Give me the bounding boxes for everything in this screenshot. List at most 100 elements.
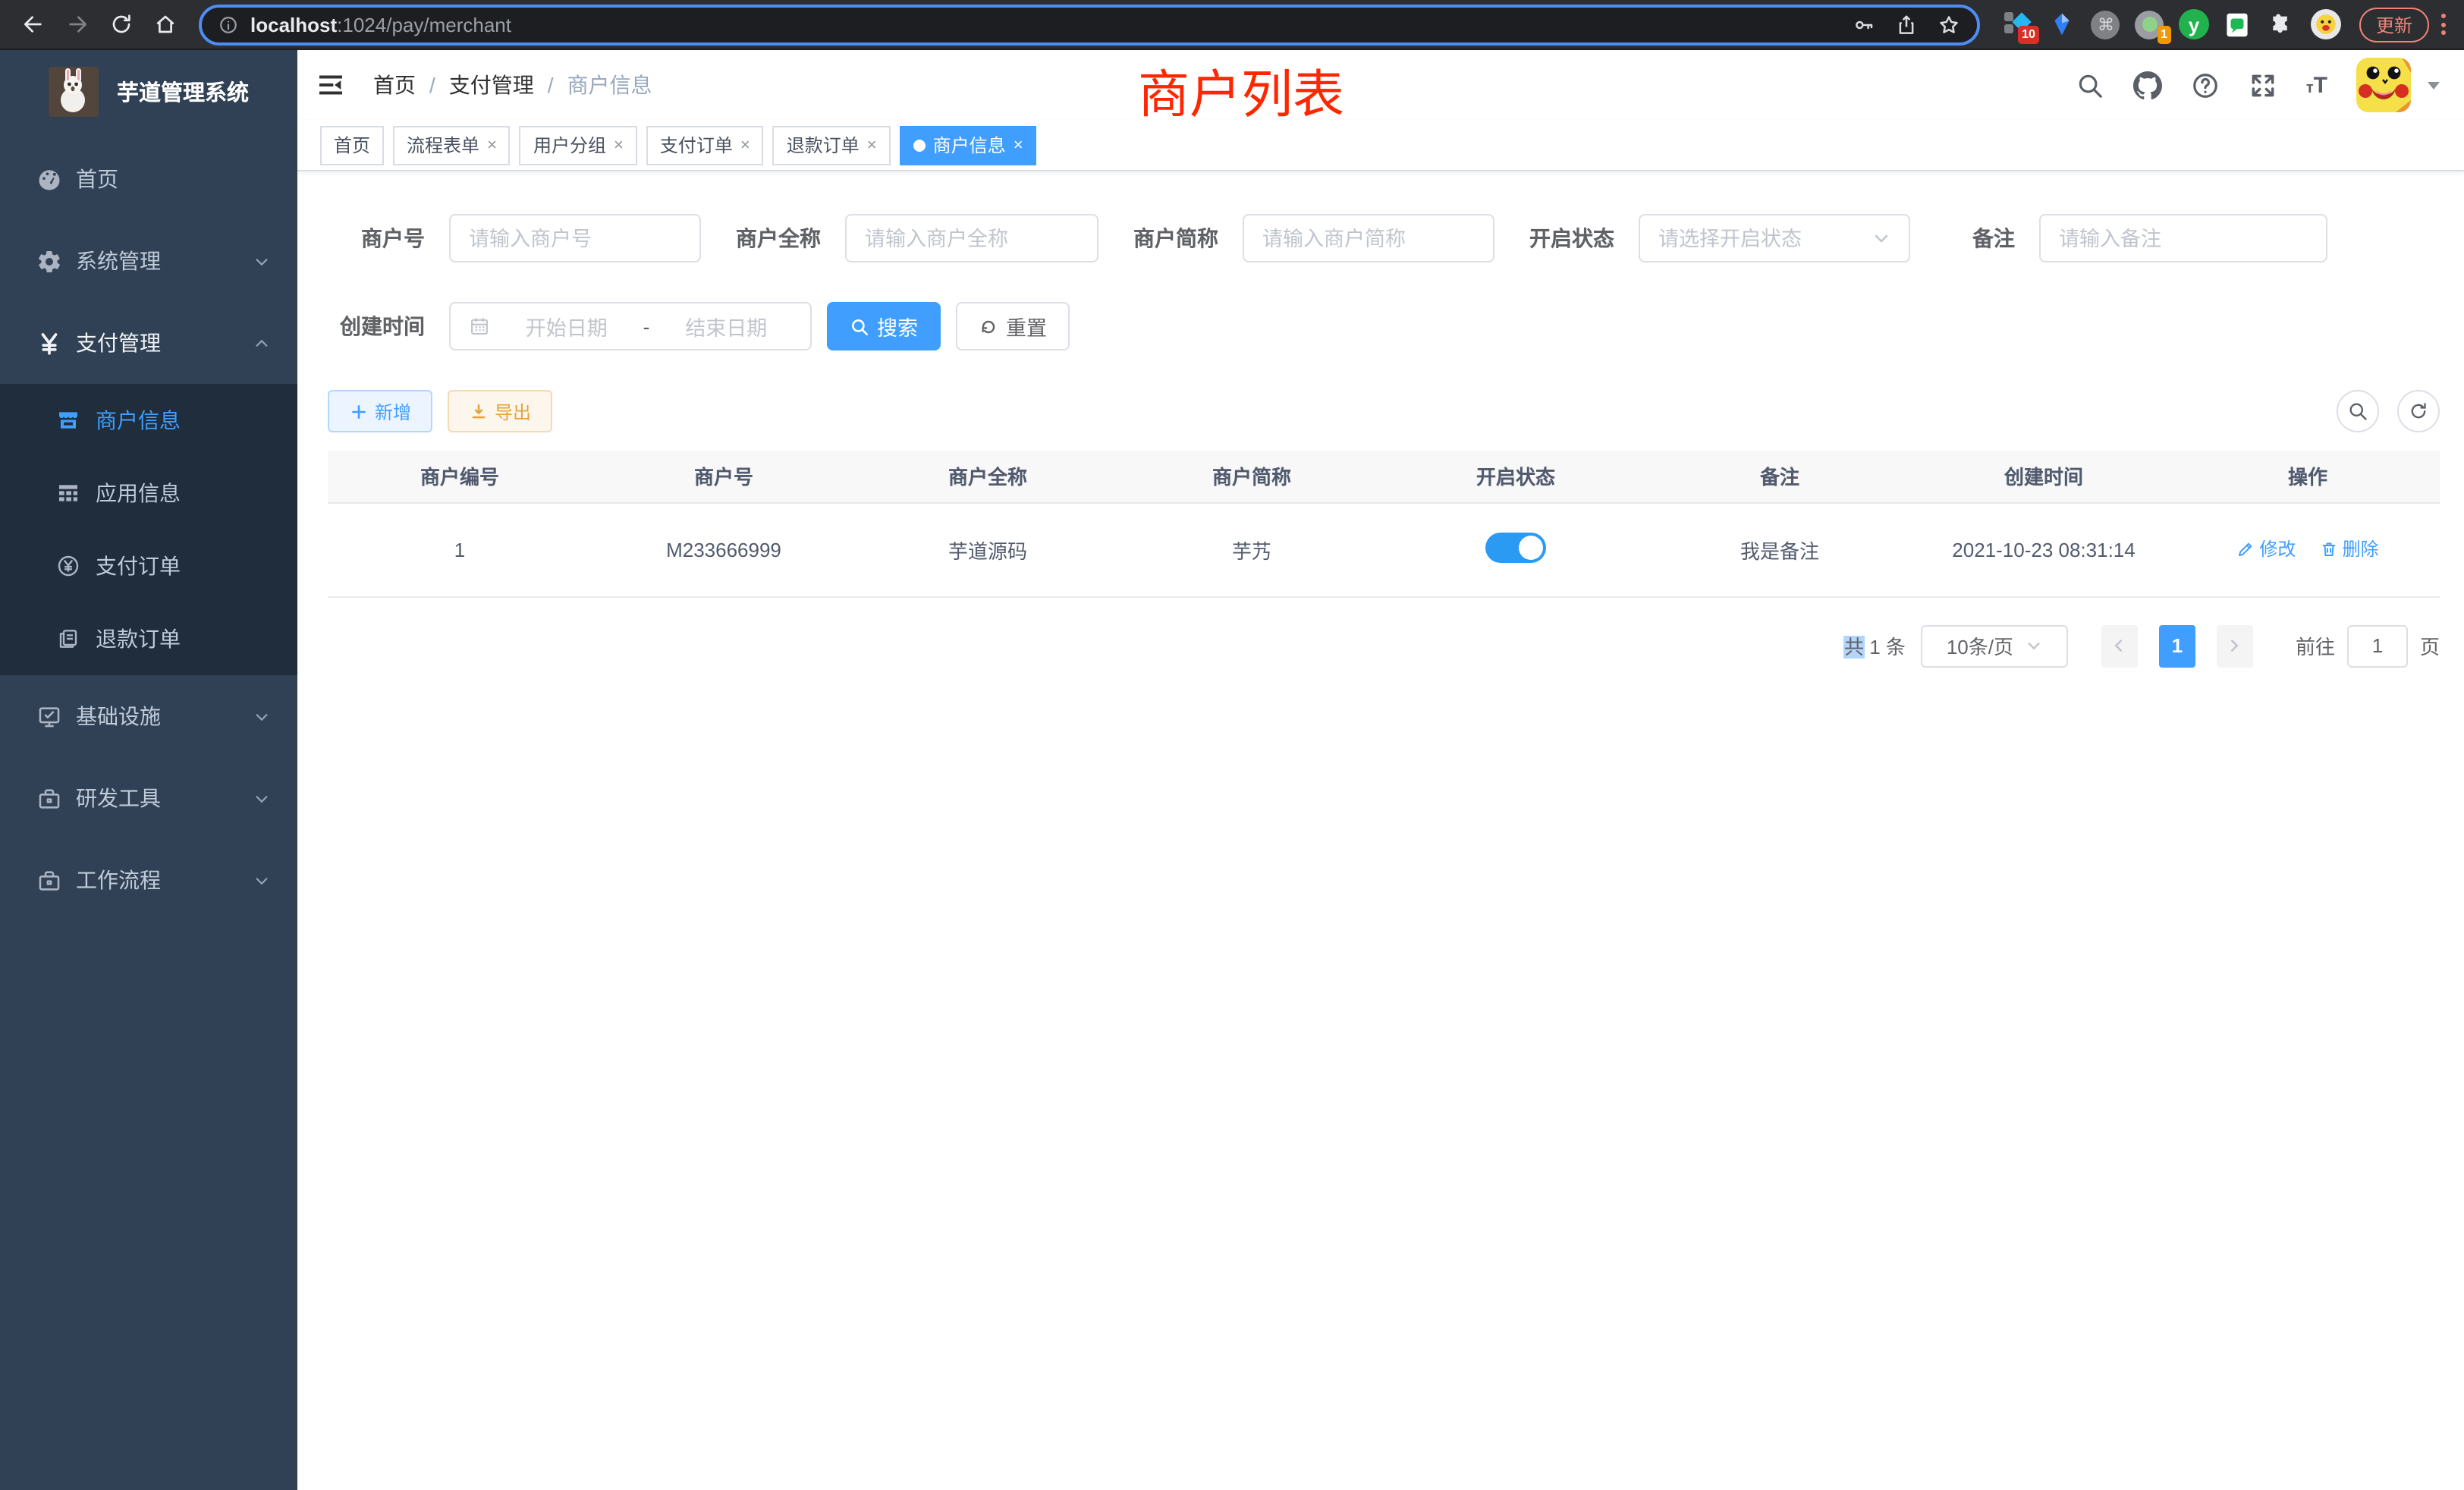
refresh-icon xyxy=(2408,401,2429,422)
sidebar-logo-row[interactable]: 芋道管理系统 xyxy=(0,50,297,132)
browser-menu-icon[interactable] xyxy=(2435,14,2452,35)
header-actions: тT xyxy=(2076,58,2440,112)
sidebar-item-merchant-info[interactable]: 商户信息 xyxy=(0,384,297,457)
tab-close-icon[interactable]: × xyxy=(614,136,624,154)
sidebar-item-label: 首页 xyxy=(76,164,118,194)
sidebar-item-pay-order[interactable]: 支付订单 xyxy=(0,530,297,602)
share-icon[interactable] xyxy=(1895,13,1918,36)
merchant-no-input[interactable] xyxy=(449,214,701,262)
extension-command-icon[interactable]: ⌘ xyxy=(2091,9,2121,39)
add-button[interactable]: 新增 xyxy=(328,390,432,432)
edit-link[interactable]: 修改 xyxy=(2236,536,2296,562)
browser-back-button[interactable] xyxy=(12,4,53,45)
trash-icon xyxy=(2320,540,2338,558)
sidebar-item-infrastructure[interactable]: 基础设施 xyxy=(0,675,297,757)
export-button[interactable]: 导出 xyxy=(448,390,552,432)
cell-operations: 修改 删除 xyxy=(2176,502,2440,596)
sidebar-item-label: 应用信息 xyxy=(96,478,181,508)
tab-home[interactable]: 首页 xyxy=(320,125,384,165)
grid-table-icon xyxy=(56,481,80,505)
user-avatar[interactable] xyxy=(2356,58,2411,112)
page-number-1[interactable]: 1 xyxy=(2159,624,2195,667)
info-icon xyxy=(218,14,238,34)
sidebar-item-label: 工作流程 xyxy=(76,865,161,895)
bookmark-star-icon[interactable] xyxy=(1938,13,1960,36)
extension-chat-icon[interactable] xyxy=(2223,9,2253,39)
github-icon[interactable] xyxy=(2133,71,2162,99)
tab-process-form[interactable]: 流程表单 × xyxy=(393,125,511,165)
browser-reload-button[interactable] xyxy=(100,4,141,45)
gear-icon xyxy=(36,248,62,274)
reload-icon xyxy=(108,12,133,36)
filter-row-1: 商户号 商户全称 商户简称 xyxy=(328,214,2440,262)
page-content: 商户号 商户全称 商户简称 xyxy=(297,171,2464,1490)
tab-close-icon[interactable]: × xyxy=(487,136,497,154)
sidebar-item-system[interactable]: 系统管理 xyxy=(0,220,297,302)
create-time-range-picker[interactable]: 开始日期 - 结束日期 xyxy=(449,302,812,350)
sidebar-fold-icon[interactable] xyxy=(316,70,346,100)
reset-button[interactable]: 重置 xyxy=(956,302,1070,350)
font-size-icon[interactable]: тT xyxy=(2306,72,2327,98)
sidebar-item-refund-order[interactable]: 退款订单 xyxy=(0,602,297,675)
sidebar-item-label: 基础设施 xyxy=(76,701,161,731)
avatar-caret-icon[interactable] xyxy=(2428,81,2440,89)
status-toggle[interactable] xyxy=(1485,532,1546,562)
profile-smiley-icon[interactable] xyxy=(2311,9,2341,39)
extension-dice-icon[interactable]: 10 xyxy=(2003,9,2033,39)
chevron-right-icon xyxy=(2227,637,2243,654)
browser-forward-button[interactable] xyxy=(56,4,97,45)
sidebar-item-app-info[interactable]: 应用信息 xyxy=(0,457,297,530)
toggle-search-button[interactable] xyxy=(2337,390,2379,432)
sidebar-item-label: 商户信息 xyxy=(96,405,181,435)
sidebar-item-workflow[interactable]: 工作流程 xyxy=(0,839,297,921)
tab-close-icon[interactable]: × xyxy=(867,136,877,154)
tab-user-group[interactable]: 用户分组 × xyxy=(520,125,637,165)
breadcrumb-separator: / xyxy=(429,73,435,97)
cell-status xyxy=(1384,502,1648,596)
col-full-name: 商户全称 xyxy=(856,451,1120,502)
tab-merchant-info[interactable]: 商户信息 × xyxy=(900,125,1037,165)
sidebar-item-label: 系统管理 xyxy=(76,246,161,276)
fullscreen-icon[interactable] xyxy=(2249,71,2277,99)
search-button[interactable]: 搜索 xyxy=(827,302,941,350)
search-icon xyxy=(850,316,869,336)
sidebar-item-home[interactable]: 首页 xyxy=(0,138,297,220)
tab-close-icon[interactable]: × xyxy=(1014,136,1023,154)
search-icon[interactable] xyxy=(2076,71,2104,99)
tab-label: 流程表单 xyxy=(407,132,479,158)
extension-y-icon[interactable]: y xyxy=(2179,9,2209,39)
address-bar[interactable]: localhost:1024/pay/merchant xyxy=(199,4,1980,45)
next-page-button[interactable] xyxy=(2217,624,2253,667)
page-size-select[interactable]: 10条/页 xyxy=(1921,624,2068,667)
breadcrumb-separator: / xyxy=(548,73,554,97)
full-name-input[interactable] xyxy=(845,214,1098,262)
extension-recorder-icon[interactable]: 1 xyxy=(2135,9,2165,39)
sidebar-item-payment[interactable]: 支付管理 xyxy=(0,302,297,384)
col-create-time: 创建时间 xyxy=(1912,451,2176,502)
remark-input[interactable] xyxy=(2039,214,2327,262)
cell-short-name: 芋艿 xyxy=(1120,502,1384,596)
extensions-puzzle-icon[interactable] xyxy=(2267,9,2297,39)
tab-close-icon[interactable]: × xyxy=(740,136,750,154)
goto-page-input[interactable] xyxy=(2347,624,2408,667)
monitor-icon xyxy=(36,703,62,729)
help-icon[interactable] xyxy=(2191,71,2220,99)
refresh-table-button[interactable] xyxy=(2397,390,2440,432)
prev-page-button[interactable] xyxy=(2101,624,2138,667)
password-key-icon[interactable] xyxy=(1853,13,1875,36)
browser-home-button[interactable] xyxy=(144,4,185,45)
short-name-input[interactable] xyxy=(1243,214,1494,262)
sidebar: 芋道管理系统 首页 系统管理 支付管理 xyxy=(0,50,297,1490)
screen: localhost:1024/pay/merchant 10 ⌘ xyxy=(0,0,2464,1490)
goto-label: 前往 xyxy=(2296,631,2335,660)
delete-link[interactable]: 删除 xyxy=(2320,536,2379,562)
extension-kite-icon[interactable] xyxy=(2047,9,2077,39)
breadcrumb-home[interactable]: 首页 xyxy=(373,70,416,100)
tab-refund-order[interactable]: 退款订单 × xyxy=(773,125,891,165)
tab-pay-order[interactable]: 支付订单 × xyxy=(646,125,764,165)
forward-icon xyxy=(64,12,89,36)
status-select[interactable] xyxy=(1639,214,1910,262)
sidebar-item-dev-tools[interactable]: 研发工具 xyxy=(0,757,297,839)
app-title: 芋道管理系统 xyxy=(117,75,249,107)
chrome-update-button[interactable]: 更新 xyxy=(2359,7,2429,42)
